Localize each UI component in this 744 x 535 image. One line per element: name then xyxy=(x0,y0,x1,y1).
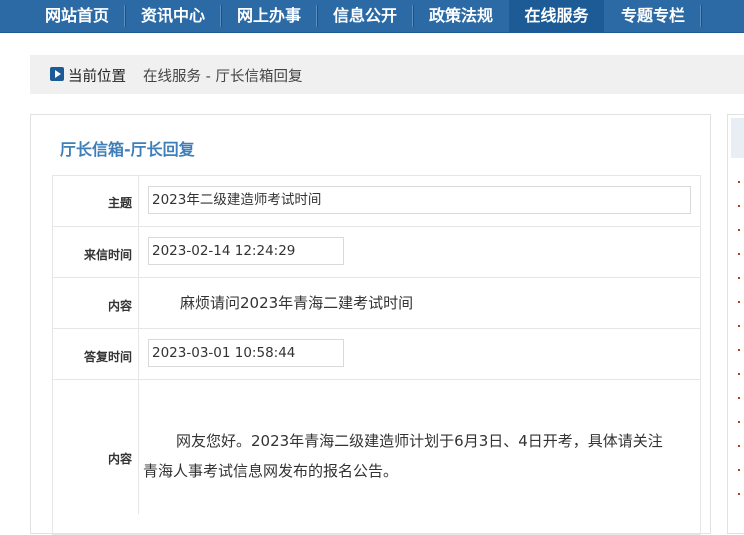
list-bullet xyxy=(738,253,740,255)
right-sidebar xyxy=(727,114,744,534)
nav-separator xyxy=(220,5,222,27)
play-arrow-icon xyxy=(50,67,64,81)
list-bullet xyxy=(738,229,740,231)
content-label: 内容 xyxy=(52,278,139,328)
list-bullet xyxy=(738,421,740,423)
sidebar-header xyxy=(731,118,744,158)
breadcrumb-label: 当前位置 xyxy=(68,69,126,85)
nav-item-policies[interactable]: 政策法规 xyxy=(416,0,506,33)
reply-time-field: 2023-03-01 10:58:44 xyxy=(148,339,344,367)
breadcrumb-path[interactable]: 在线服务 - 厅长信箱回复 xyxy=(143,65,302,86)
list-bullet xyxy=(738,373,740,375)
list-bullet xyxy=(738,469,740,471)
nav-separator xyxy=(124,5,126,27)
reply-content-label: 内容 xyxy=(52,380,139,514)
reply-content-line-2: 青海人事考试信息网发布的报名公告。 xyxy=(143,462,399,480)
subject-field: 2023年二级建造师考试时间 xyxy=(148,186,691,214)
reply-content-line-1: 网友您好。2023年青海二级建造师计划于6月3日、4日开考，具体请关注 xyxy=(176,432,663,450)
subject-label: 主题 xyxy=(52,175,139,226)
list-bullet xyxy=(738,301,740,303)
nav-separator xyxy=(412,5,414,27)
panel-title: 厅长信箱-厅长回复 xyxy=(60,140,195,159)
nav-separator xyxy=(316,5,318,27)
nav-item-home[interactable]: 网站首页 xyxy=(32,0,122,33)
letter-content: 麻烦请问2023年青海二建考试时间 xyxy=(180,294,414,312)
nav-item-info-disclosure[interactable]: 信息公开 xyxy=(320,0,410,33)
list-bullet xyxy=(738,277,740,279)
list-bullet xyxy=(738,181,740,183)
sent-time-field: 2023-02-14 12:24:29 xyxy=(148,237,344,265)
list-bullet xyxy=(738,205,740,207)
nav-item-news[interactable]: 资讯中心 xyxy=(128,0,218,33)
list-bullet xyxy=(738,445,740,447)
list-bullet xyxy=(738,325,740,327)
sent-time-label: 来信时间 xyxy=(52,227,139,277)
reply-time-label: 答复时间 xyxy=(52,329,139,379)
nav-item-online-affairs[interactable]: 网上办事 xyxy=(224,0,314,33)
nav-item-online-service[interactable]: 在线服务 xyxy=(509,0,604,33)
list-bullet xyxy=(738,493,740,495)
breadcrumb: 当前位置 在线服务 - 厅长信箱回复 xyxy=(30,55,744,94)
nav-separator xyxy=(700,5,702,27)
top-nav: 网站首页 资讯中心 网上办事 信息公开 政策法规 在线服务 专题专栏 xyxy=(0,0,744,33)
nav-item-special-topics[interactable]: 专题专栏 xyxy=(606,0,700,33)
list-bullet xyxy=(738,397,740,399)
list-bullet xyxy=(738,349,740,351)
